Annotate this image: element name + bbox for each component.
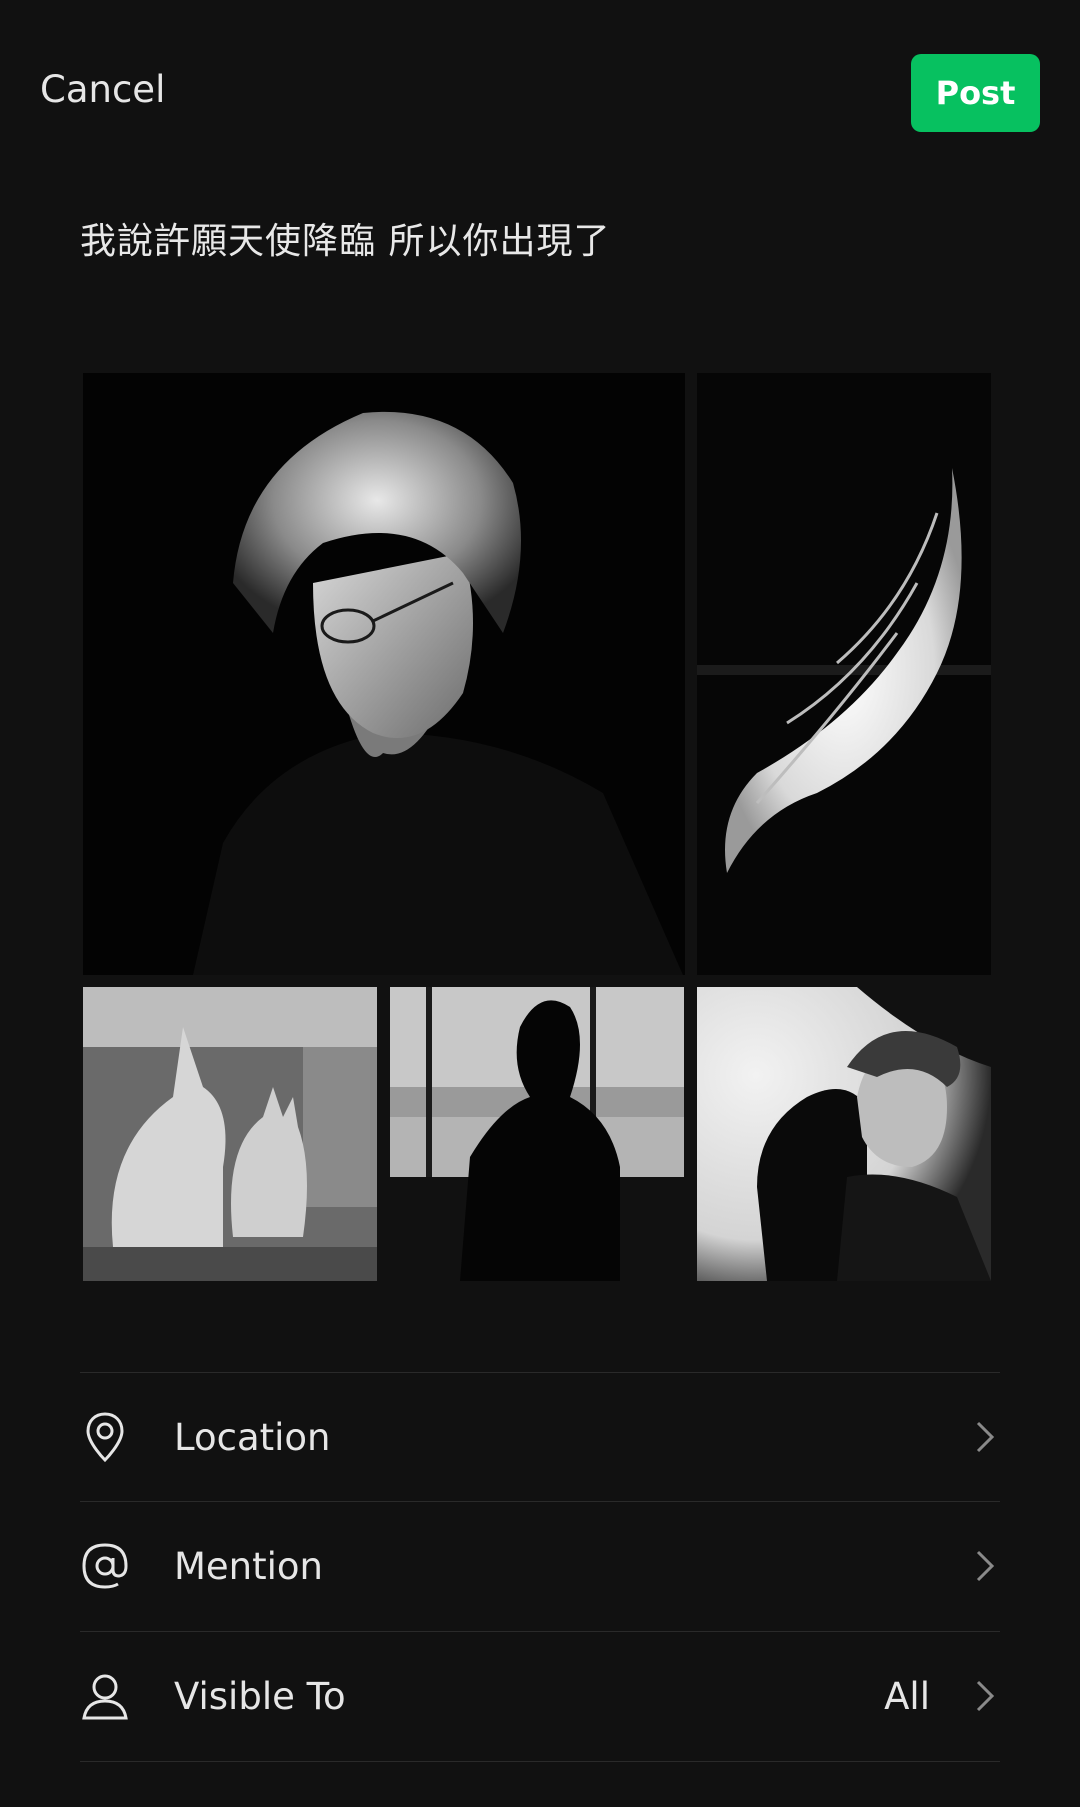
location-label: Location — [174, 1415, 331, 1459]
divider — [80, 1761, 1000, 1762]
photo-angel-wing[interactable] — [697, 373, 991, 975]
chevron-right-icon — [970, 1417, 1000, 1457]
photo-cats[interactable] — [83, 987, 377, 1281]
person-icon — [80, 1668, 130, 1724]
post-button[interactable]: Post — [911, 54, 1040, 132]
at-sign-icon — [80, 1538, 130, 1594]
cancel-button[interactable]: Cancel — [40, 68, 165, 111]
photo-silhouette-window[interactable] — [390, 987, 684, 1281]
photo-man-panther[interactable] — [697, 987, 991, 1281]
silhouette-image — [390, 987, 684, 1281]
chevron-right-icon — [970, 1676, 1000, 1716]
visible-to-label: Visible To — [174, 1674, 346, 1718]
cats-image — [83, 987, 377, 1281]
visible-to-row[interactable]: Visible To All — [80, 1632, 1000, 1760]
location-row[interactable]: Location — [80, 1373, 1000, 1501]
panther-image — [697, 987, 991, 1281]
post-caption-text[interactable]: 我說許願天使降臨 所以你出現了 — [80, 212, 610, 264]
photo-man-glasses[interactable] — [83, 373, 685, 975]
location-pin-icon — [80, 1409, 130, 1465]
mention-label: Mention — [174, 1544, 324, 1588]
mention-row[interactable]: Mention — [80, 1502, 1000, 1630]
top-bar: Cancel Post — [0, 0, 1080, 190]
chevron-right-icon — [970, 1546, 1000, 1586]
portrait-image — [83, 373, 685, 975]
visible-to-value: All — [884, 1674, 930, 1718]
wing-image — [697, 373, 991, 975]
